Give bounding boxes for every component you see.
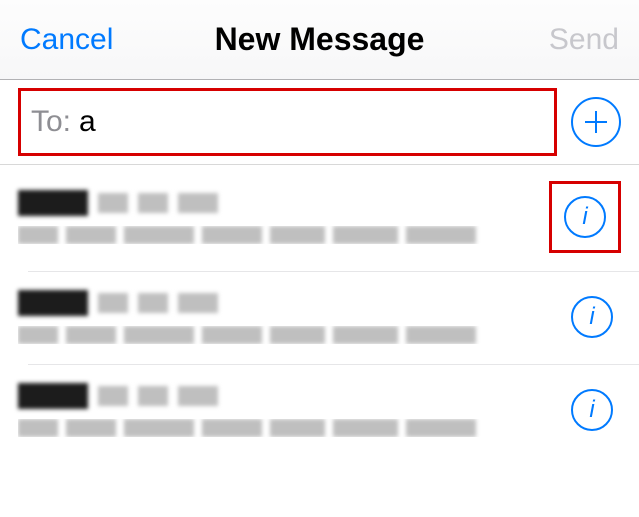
send-button: Send — [549, 23, 619, 57]
add-contact-button[interactable] — [571, 97, 621, 147]
contact-name — [18, 190, 539, 216]
info-button[interactable]: i — [564, 196, 606, 238]
to-label: To: — [31, 105, 71, 139]
contact-result-content — [18, 290, 553, 344]
contact-detail — [18, 226, 539, 244]
to-input[interactable] — [79, 105, 544, 139]
info-icon: i — [589, 396, 594, 424]
contact-results: i i — [0, 165, 639, 457]
contact-result-content — [18, 383, 553, 437]
navbar: Cancel New Message Send — [0, 0, 639, 80]
cancel-button[interactable]: Cancel — [20, 23, 113, 57]
info-button[interactable]: i — [571, 296, 613, 338]
contact-name — [18, 290, 553, 316]
contact-result-row[interactable]: i — [0, 272, 639, 364]
contact-result-row[interactable]: i — [0, 165, 639, 271]
plus-icon — [583, 109, 609, 135]
to-row: To: — [0, 80, 639, 165]
info-button[interactable]: i — [571, 389, 613, 431]
info-button-wrap: i — [563, 381, 621, 439]
contact-result-row[interactable]: i — [0, 365, 639, 457]
page-title: New Message — [215, 21, 425, 58]
info-icon: i — [582, 203, 587, 231]
info-icon: i — [589, 303, 594, 331]
contact-detail — [18, 326, 553, 344]
contact-name — [18, 383, 553, 409]
to-field-highlight: To: — [18, 88, 557, 156]
contact-detail — [18, 419, 553, 437]
contact-result-content — [18, 190, 539, 244]
info-button-highlight: i — [549, 181, 621, 253]
info-button-wrap: i — [563, 288, 621, 346]
